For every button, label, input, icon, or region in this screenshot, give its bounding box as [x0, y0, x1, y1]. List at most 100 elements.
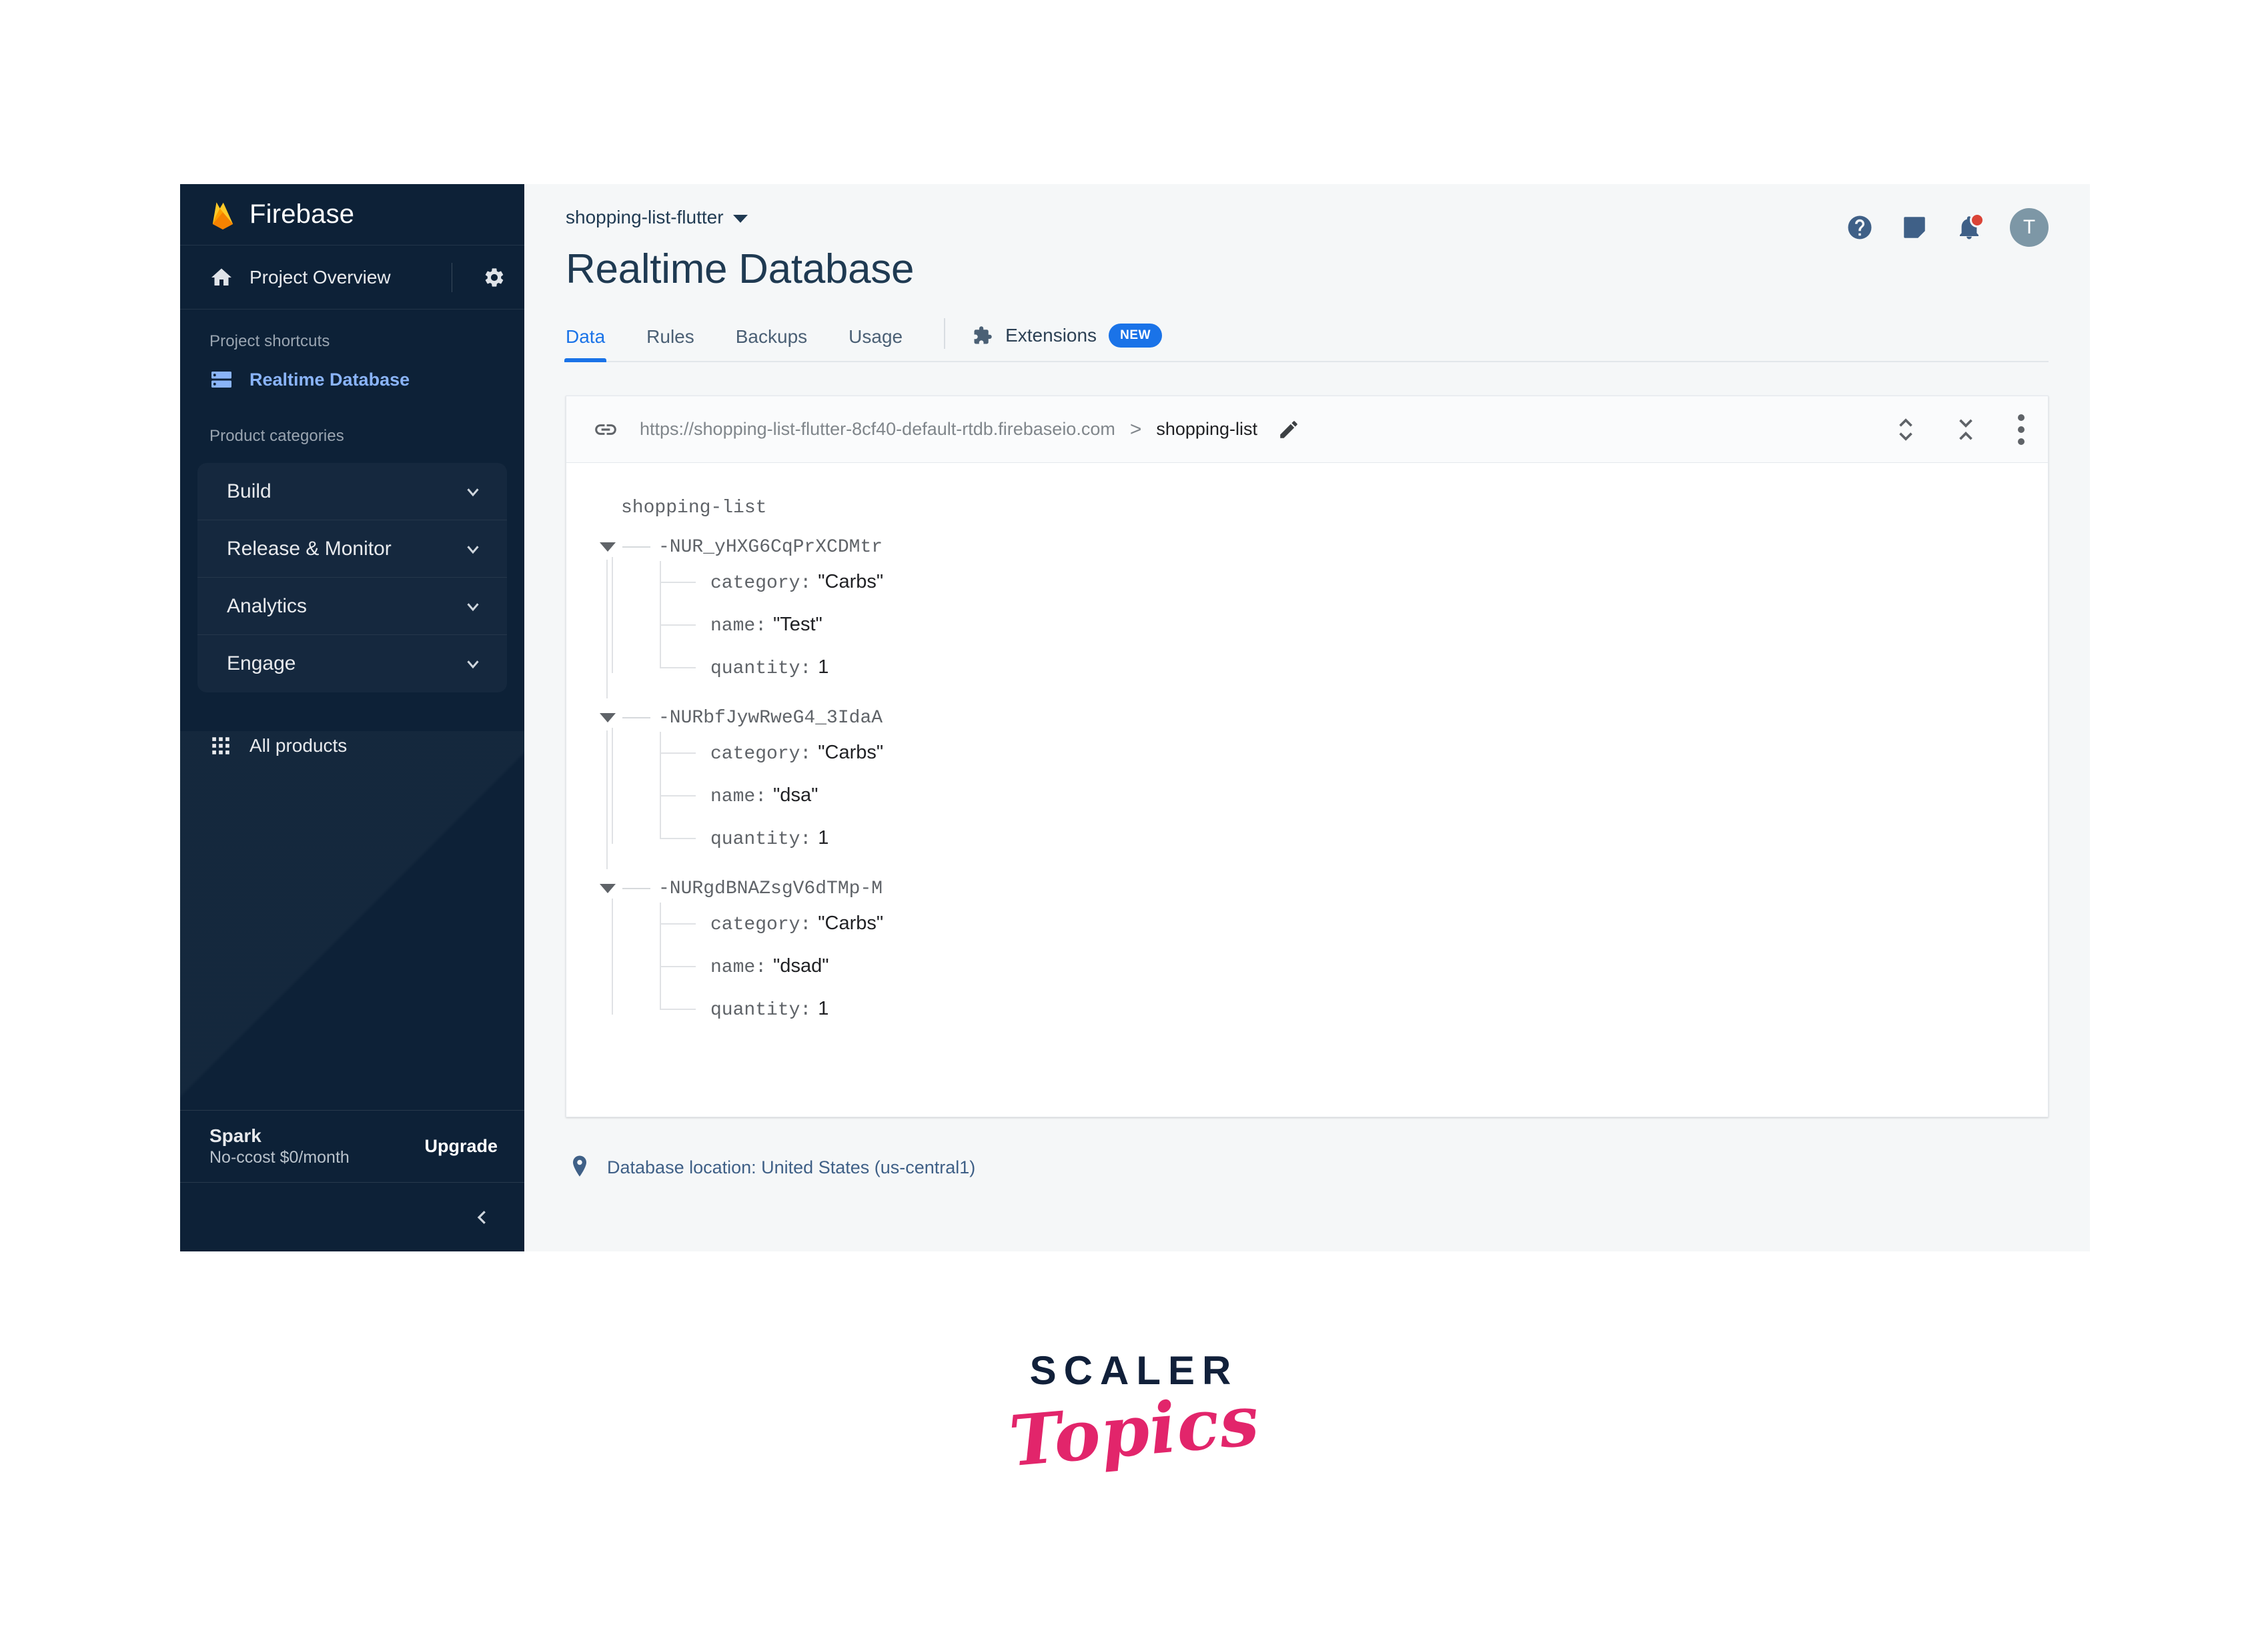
leaf-key: name: [710, 616, 767, 636]
triangle-down-icon[interactable] [600, 713, 616, 722]
header-icon-bar: T [1846, 208, 2049, 247]
leaf-value: "Carbs" [818, 913, 884, 934]
notifications-button[interactable] [1955, 213, 1985, 241]
tab-data[interactable]: Data [564, 326, 607, 362]
upgrade-button[interactable]: Upgrade [424, 1136, 498, 1157]
plan-name: Spark [209, 1125, 261, 1146]
tree-leaf[interactable]: name: "Test" [649, 604, 2021, 668]
category-label: Build [227, 480, 271, 502]
product-categories-group: Build Release & Monitor Analytics Engage [197, 463, 507, 692]
new-badge: NEW [1109, 324, 1163, 348]
leaf-key: quantity: [710, 829, 812, 850]
chevron-left-icon[interactable] [472, 1207, 492, 1227]
data-panel-toolbar: https://shopping-list-flutter-8cf40-defa… [566, 396, 2048, 463]
data-panel: https://shopping-list-flutter-8cf40-defa… [566, 396, 2049, 1117]
leaf-content: name: "dsad" [710, 955, 829, 978]
tree-node-children: category: "Carbs" name: "dsa" quantity: … [612, 728, 2021, 860]
link-icon[interactable] [593, 417, 618, 442]
chevron-down-icon [467, 660, 479, 669]
category-label: Analytics [227, 594, 308, 617]
chevron-down-icon [467, 545, 479, 554]
help-icon[interactable] [1846, 213, 1874, 241]
extensions-label: Extensions [1005, 325, 1097, 346]
firebase-brand[interactable]: Firebase [180, 184, 524, 245]
sidebar-collapse-row[interactable] [180, 1182, 524, 1251]
leaf-key: name: [710, 786, 767, 807]
database-url[interactable]: https://shopping-list-flutter-8cf40-defa… [640, 419, 1115, 440]
notification-badge [1970, 213, 1985, 227]
grid-icon [212, 737, 229, 754]
tab-rules[interactable]: Rules [646, 326, 694, 361]
collapse-all-icon[interactable] [1954, 417, 1977, 442]
leaf-content: quantity: 1 [710, 827, 828, 850]
data-tree-area: shopping-list -NUR_yHXG6CqPrXCDMtr categ… [566, 463, 2048, 1117]
project-name: shopping-list-flutter [566, 207, 724, 227]
firebase-console: Firebase Project Overview Project shortc… [180, 184, 2090, 1251]
sidebar-category-analytics[interactable]: Analytics [197, 578, 507, 635]
tree-node-key: -NURgdBNAZsgV6dTMp-M [658, 878, 883, 899]
sidebar-item-project-overview[interactable]: Project Overview [180, 245, 524, 310]
tree-leaf[interactable]: category: "Carbs" [649, 561, 2021, 625]
leaf-key: category: [710, 915, 812, 935]
tab-usage[interactable]: Usage [848, 326, 903, 361]
breadcrumb-current-node[interactable]: shopping-list [1156, 419, 1257, 440]
leaf-value: "Carbs" [818, 571, 884, 592]
tree-connector [606, 560, 608, 698]
tree-connector [622, 888, 650, 889]
kebab-dot [2018, 438, 2025, 445]
tree-leaf[interactable]: name: "dsa" [649, 774, 2021, 839]
realtime-database-label: Realtime Database [249, 369, 410, 390]
sidebar-category-release-monitor[interactable]: Release & Monitor [197, 520, 507, 578]
expand-all-icon[interactable] [1894, 417, 1917, 442]
leaf-key: category: [710, 573, 812, 594]
all-products-label: All products [249, 735, 348, 756]
category-label: Engage [227, 652, 296, 674]
database-location-text: Database location: United States (us-cen… [607, 1157, 976, 1177]
leaf-key: name: [710, 957, 767, 978]
tree-node-header[interactable]: -NURbfJywRweG4_3IdaA [597, 704, 2021, 732]
plan-cost: No-ccost $0/month [209, 1147, 350, 1167]
project-selector[interactable]: shopping-list-flutter [566, 207, 2049, 228]
leaf-value: 1 [818, 827, 829, 849]
plan-text-group: Spark No-ccost $0/month [209, 1125, 424, 1169]
tree-node-header[interactable]: -NURgdBNAZsgV6dTMp-M [597, 875, 2021, 903]
tree-node-header[interactable]: -NUR_yHXG6CqPrXCDMtr [597, 533, 2021, 561]
tree-leaf[interactable]: quantity: 1 [649, 646, 2021, 689]
extensions-icon [974, 326, 992, 344]
chevron-down-icon [467, 488, 479, 496]
more-options-icon[interactable] [2017, 414, 2025, 445]
sidebar-item-realtime-database[interactable]: Realtime Database [180, 355, 524, 404]
tree-connector [622, 546, 650, 548]
tree-node: -NURbfJywRweG4_3IdaA category: "Carbs" n… [597, 704, 2021, 869]
tab-backups[interactable]: Backups [736, 326, 807, 361]
tree-node: -NUR_yHXG6CqPrXCDMtr category: "Carbs" n… [597, 533, 2021, 698]
sidebar-category-build[interactable]: Build [197, 463, 507, 520]
location-pin-icon [573, 1155, 586, 1177]
tree-node: -NURgdBNAZsgV6dTMp-M category: "Carbs" n… [597, 875, 2021, 1031]
tree-leaf[interactable]: category: "Carbs" [649, 903, 2021, 967]
triangle-down-icon[interactable] [600, 542, 616, 552]
scaler-topics-logo: SCALER Topics [0, 1347, 2268, 1482]
tab-extensions[interactable]: Extensions NEW [972, 324, 1163, 361]
tree-leaf[interactable]: quantity: 1 [649, 817, 2021, 860]
category-label: Release & Monitor [227, 537, 392, 560]
triangle-down-icon[interactable] [600, 884, 616, 893]
leaf-value: "Carbs" [818, 742, 884, 763]
tree-leaf[interactable]: quantity: 1 [649, 988, 2021, 1031]
leaf-value: "dsad" [773, 955, 829, 977]
leaf-content: category: "Carbs" [710, 571, 883, 594]
tree-leaf[interactable]: category: "Carbs" [649, 732, 2021, 796]
edit-pencil-icon[interactable] [1277, 418, 1300, 441]
brand-label: Firebase [249, 199, 355, 229]
gear-icon[interactable] [483, 266, 506, 289]
leaf-content: name: "dsa" [710, 784, 818, 807]
leaf-key: quantity: [710, 1000, 812, 1021]
avatar[interactable]: T [2010, 208, 2049, 247]
sidebar-category-engage[interactable]: Engage [197, 635, 507, 692]
sidebar-item-all-products[interactable]: All products [180, 718, 524, 774]
tree-connector [622, 717, 650, 718]
tree-leaf[interactable]: name: "dsad" [649, 945, 2021, 1009]
feedback-icon[interactable] [1900, 213, 1928, 241]
leaf-content: name: "Test" [710, 614, 822, 636]
